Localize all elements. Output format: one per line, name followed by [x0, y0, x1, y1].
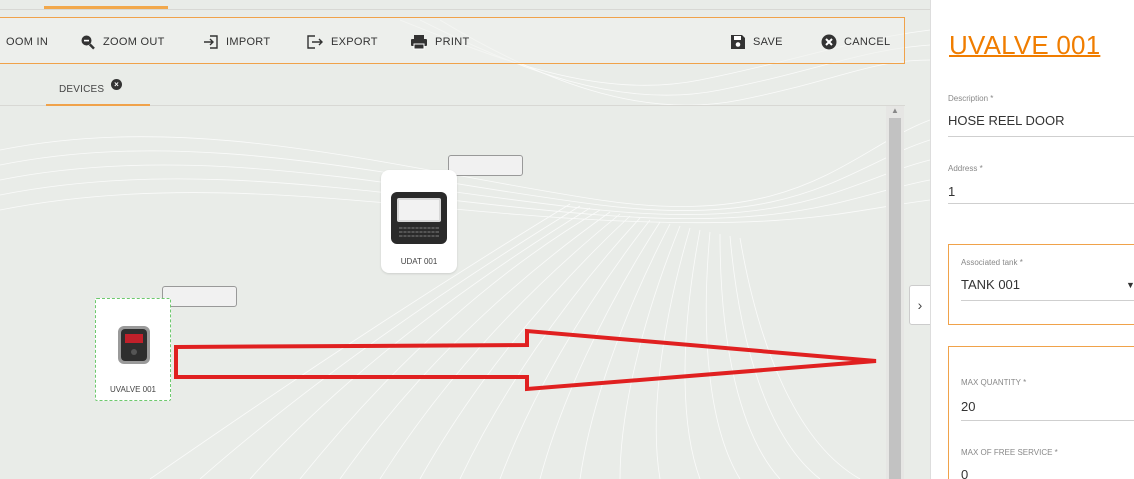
close-circle-icon[interactable]: × [111, 79, 122, 90]
tab-devices[interactable]: DEVICES × [46, 74, 150, 106]
associated-tank-select[interactable]: TANK 001 [961, 277, 1020, 292]
zoom-in-button[interactable]: OOM IN [6, 33, 48, 51]
associated-tank-label: Associated tank * [961, 258, 1023, 267]
max-quantity-field[interactable]: 20 [961, 399, 975, 414]
device-tag-uvalve[interactable] [162, 286, 237, 307]
red-arrow-annotation [174, 328, 877, 392]
print-icon [411, 35, 427, 50]
export-label: EXPORT [331, 36, 378, 48]
max-quantity-label: MAX QUANTITY * [961, 378, 1027, 387]
quantity-section [948, 346, 1134, 479]
zoom-out-icon [81, 35, 95, 50]
max-free-service-field[interactable]: 0 [961, 467, 968, 479]
cancel-icon [821, 34, 837, 50]
vertical-scrollbar[interactable]: ▲ [886, 106, 904, 479]
import-label: IMPORT [226, 36, 271, 48]
collapse-panel-button[interactable]: › [909, 285, 931, 325]
save-button[interactable]: SAVE [730, 33, 783, 51]
export-button[interactable]: EXPORT [306, 33, 378, 51]
scroll-up-icon[interactable]: ▲ [890, 106, 900, 116]
device-card-udat[interactable]: UDAT 001 [381, 170, 457, 273]
print-button[interactable]: PRINT [410, 33, 470, 51]
zoom-out-label: ZOOM OUT [103, 36, 165, 48]
udat-terminal-icon [391, 192, 447, 244]
chevron-right-icon: › [917, 297, 923, 313]
toolbar: OOM IN ZOOM OUT IMPORT EXPORT PRINT SAVE… [0, 17, 905, 64]
associated-tank-underline [961, 300, 1134, 301]
properties-panel: UVALVE 001 Description * HOSE REEL DOOR … [930, 0, 1134, 479]
import-button[interactable]: IMPORT [203, 33, 270, 51]
print-label: PRINT [435, 36, 470, 48]
max-quantity-underline [961, 420, 1134, 421]
address-label: Address * [948, 164, 983, 173]
address-field[interactable]: 1 [948, 184, 955, 199]
description-label: Description * [948, 94, 994, 103]
max-free-service-label: MAX OF FREE SERVICE * [961, 448, 1058, 457]
tab-devices-label: DEVICES [59, 84, 105, 95]
tab-bar: DEVICES × [0, 64, 905, 106]
uvalve-device-icon [118, 326, 150, 364]
zoom-out-button[interactable]: ZOOM OUT [80, 33, 165, 51]
device-name-uvalve: UVALVE 001 [110, 385, 156, 394]
dropdown-arrow-icon[interactable]: ▼ [1126, 280, 1134, 290]
description-field[interactable]: HOSE REEL DOOR [948, 113, 1065, 128]
device-name-udat: UDAT 001 [400, 257, 438, 266]
device-card-uvalve[interactable]: UVALVE 001 [95, 298, 171, 401]
import-icon [204, 35, 218, 49]
save-icon [731, 35, 745, 49]
save-label: SAVE [753, 36, 783, 48]
panel-title: UVALVE 001 [949, 30, 1101, 60]
diagram-area: OOM IN ZOOM OUT IMPORT EXPORT PRINT SAVE… [0, 0, 930, 479]
export-icon [307, 35, 323, 49]
scroll-thumb[interactable] [889, 118, 901, 479]
zoom-in-label: OOM IN [6, 36, 49, 48]
cancel-button[interactable]: CANCEL [821, 33, 890, 51]
divider [0, 9, 930, 10]
description-underline [948, 136, 1134, 137]
device-tag-udat[interactable] [448, 155, 523, 176]
address-underline [948, 203, 1134, 204]
cancel-label: CANCEL [844, 36, 891, 48]
